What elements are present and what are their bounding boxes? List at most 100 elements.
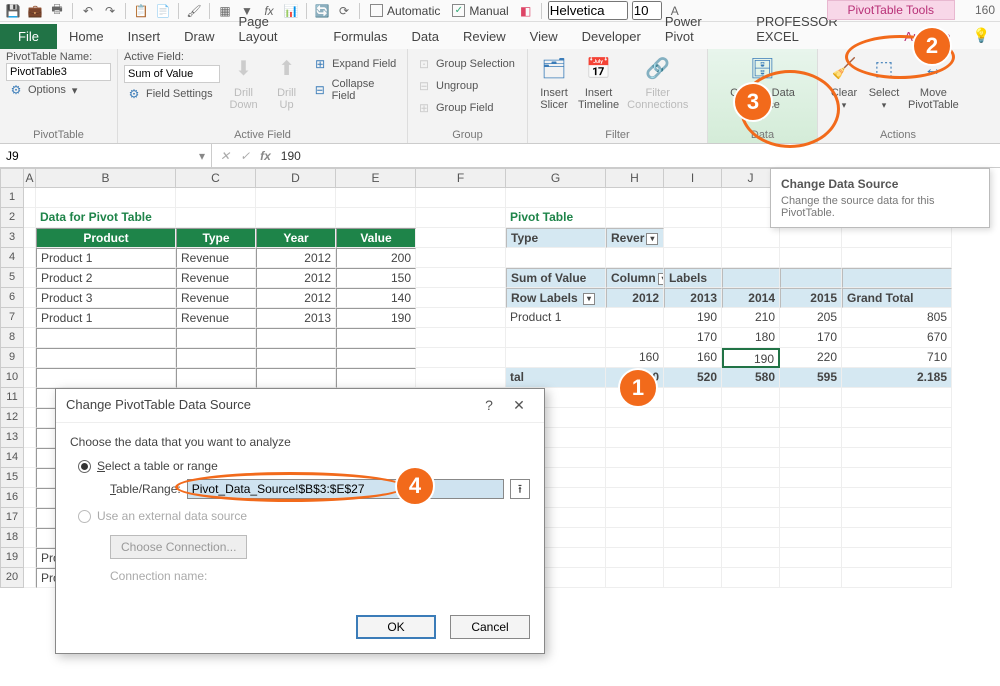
group-field-button[interactable]: ⊞Group Field bbox=[414, 99, 521, 117]
cell[interactable] bbox=[780, 448, 842, 468]
cell[interactable] bbox=[606, 548, 664, 568]
cell[interactable] bbox=[24, 188, 36, 208]
range-picker-icon[interactable]: ⭱ bbox=[510, 479, 530, 499]
cell[interactable] bbox=[722, 548, 780, 568]
ok-button[interactable]: OK bbox=[356, 615, 436, 639]
cell[interactable] bbox=[780, 248, 842, 268]
font-name-input[interactable] bbox=[548, 1, 628, 20]
cell[interactable]: Data for Pivot Table bbox=[36, 208, 176, 228]
cell[interactable] bbox=[780, 428, 842, 448]
column-header[interactable]: D bbox=[256, 168, 336, 188]
cell[interactable] bbox=[256, 348, 336, 368]
row-header[interactable]: 8 bbox=[0, 328, 24, 348]
column-header[interactable]: B bbox=[36, 168, 176, 188]
row-header[interactable]: 15 bbox=[0, 468, 24, 488]
cell[interactable] bbox=[664, 248, 722, 268]
cell[interactable]: Type bbox=[176, 228, 256, 248]
cell[interactable]: 160 bbox=[664, 348, 722, 368]
row-header[interactable]: 19 bbox=[0, 548, 24, 568]
cell[interactable]: 180 bbox=[722, 328, 780, 348]
cell[interactable] bbox=[416, 208, 506, 228]
drill-down-button[interactable]: ⬇Drill Down bbox=[224, 51, 263, 113]
cell[interactable] bbox=[256, 188, 336, 208]
cell[interactable] bbox=[256, 208, 336, 228]
row-header[interactable]: 20 bbox=[0, 568, 24, 588]
cell[interactable] bbox=[664, 228, 722, 248]
cell[interactable]: 2012 bbox=[256, 268, 336, 288]
dialog-close-button[interactable]: ✕ bbox=[504, 397, 534, 414]
cell[interactable]: 220 bbox=[780, 348, 842, 368]
tab-home[interactable]: Home bbox=[57, 24, 116, 49]
cell[interactable]: 2013 bbox=[256, 308, 336, 328]
cell[interactable]: Product bbox=[36, 228, 176, 248]
cell[interactable] bbox=[842, 448, 952, 468]
column-header[interactable]: H bbox=[606, 168, 664, 188]
fx-icon[interactable]: fx bbox=[260, 149, 271, 163]
cell[interactable] bbox=[664, 548, 722, 568]
group-selection-button[interactable]: ⊡Group Selection bbox=[414, 55, 521, 73]
cell[interactable] bbox=[722, 468, 780, 488]
cell[interactable] bbox=[336, 368, 416, 388]
cell[interactable] bbox=[24, 488, 36, 508]
cell[interactable]: 205 bbox=[780, 308, 842, 328]
briefcase-icon[interactable]: 💼 bbox=[26, 2, 44, 20]
cell[interactable] bbox=[842, 468, 952, 488]
cell[interactable] bbox=[176, 188, 256, 208]
cell[interactable] bbox=[336, 348, 416, 368]
cell[interactable] bbox=[24, 468, 36, 488]
cell[interactable] bbox=[664, 468, 722, 488]
cell[interactable] bbox=[722, 448, 780, 468]
cell[interactable] bbox=[416, 188, 506, 208]
cell[interactable] bbox=[606, 448, 664, 468]
column-header[interactable]: A bbox=[24, 168, 36, 188]
radio-select-table[interactable]: SSelect a table or rangeelect a table or… bbox=[78, 459, 530, 473]
cell[interactable]: 150 bbox=[336, 268, 416, 288]
cell[interactable] bbox=[780, 468, 842, 488]
cell[interactable] bbox=[780, 508, 842, 528]
row-header[interactable]: 10 bbox=[0, 368, 24, 388]
cell[interactable] bbox=[606, 488, 664, 508]
cell[interactable] bbox=[722, 408, 780, 428]
cell[interactable]: 2015 bbox=[780, 288, 842, 308]
field-settings-button[interactable]: ⚙Field Settings bbox=[124, 85, 220, 103]
cell[interactable] bbox=[24, 268, 36, 288]
tab-power-pivot[interactable]: Power Pivot bbox=[653, 9, 744, 49]
undo-icon[interactable]: ↶ bbox=[79, 2, 97, 20]
tab-review[interactable]: Review bbox=[451, 24, 518, 49]
cell[interactable] bbox=[780, 568, 842, 588]
cell[interactable]: 160 bbox=[606, 348, 664, 368]
expand-field-button[interactable]: ⊞Expand Field bbox=[310, 55, 401, 73]
cell[interactable] bbox=[722, 248, 780, 268]
cell[interactable] bbox=[842, 548, 952, 568]
cell[interactable] bbox=[664, 388, 722, 408]
cell[interactable] bbox=[24, 508, 36, 528]
row-header[interactable]: 9 bbox=[0, 348, 24, 368]
print-icon[interactable]: 🖶 bbox=[48, 2, 66, 20]
cell[interactable] bbox=[176, 348, 256, 368]
cell[interactable] bbox=[842, 228, 952, 248]
column-header[interactable]: I bbox=[664, 168, 722, 188]
cell[interactable]: 190 bbox=[336, 308, 416, 328]
cell[interactable] bbox=[842, 428, 952, 448]
cell[interactable] bbox=[842, 268, 952, 288]
format-painter-icon[interactable]: 🖌 bbox=[185, 2, 203, 20]
tell-me-icon[interactable]: 💡 bbox=[963, 22, 1000, 49]
cell[interactable]: Labels bbox=[664, 268, 722, 288]
cell[interactable] bbox=[24, 228, 36, 248]
cell[interactable] bbox=[506, 328, 606, 348]
cell[interactable]: Revenue bbox=[176, 248, 256, 268]
cell[interactable]: 670 bbox=[842, 328, 952, 348]
automatic-checkbox[interactable]: Automatic bbox=[370, 4, 440, 18]
cell[interactable] bbox=[842, 248, 952, 268]
tab-developer[interactable]: Developer bbox=[570, 24, 653, 49]
cell[interactable] bbox=[722, 428, 780, 448]
cell[interactable]: 2013 bbox=[664, 288, 722, 308]
cell[interactable]: 200 bbox=[336, 248, 416, 268]
cell[interactable] bbox=[36, 348, 176, 368]
cell[interactable] bbox=[176, 368, 256, 388]
enter-formula-icon[interactable]: ✓ bbox=[240, 149, 250, 163]
cell[interactable] bbox=[664, 408, 722, 428]
cell[interactable]: 190 bbox=[664, 308, 722, 328]
cell[interactable] bbox=[36, 368, 176, 388]
cell[interactable] bbox=[780, 488, 842, 508]
